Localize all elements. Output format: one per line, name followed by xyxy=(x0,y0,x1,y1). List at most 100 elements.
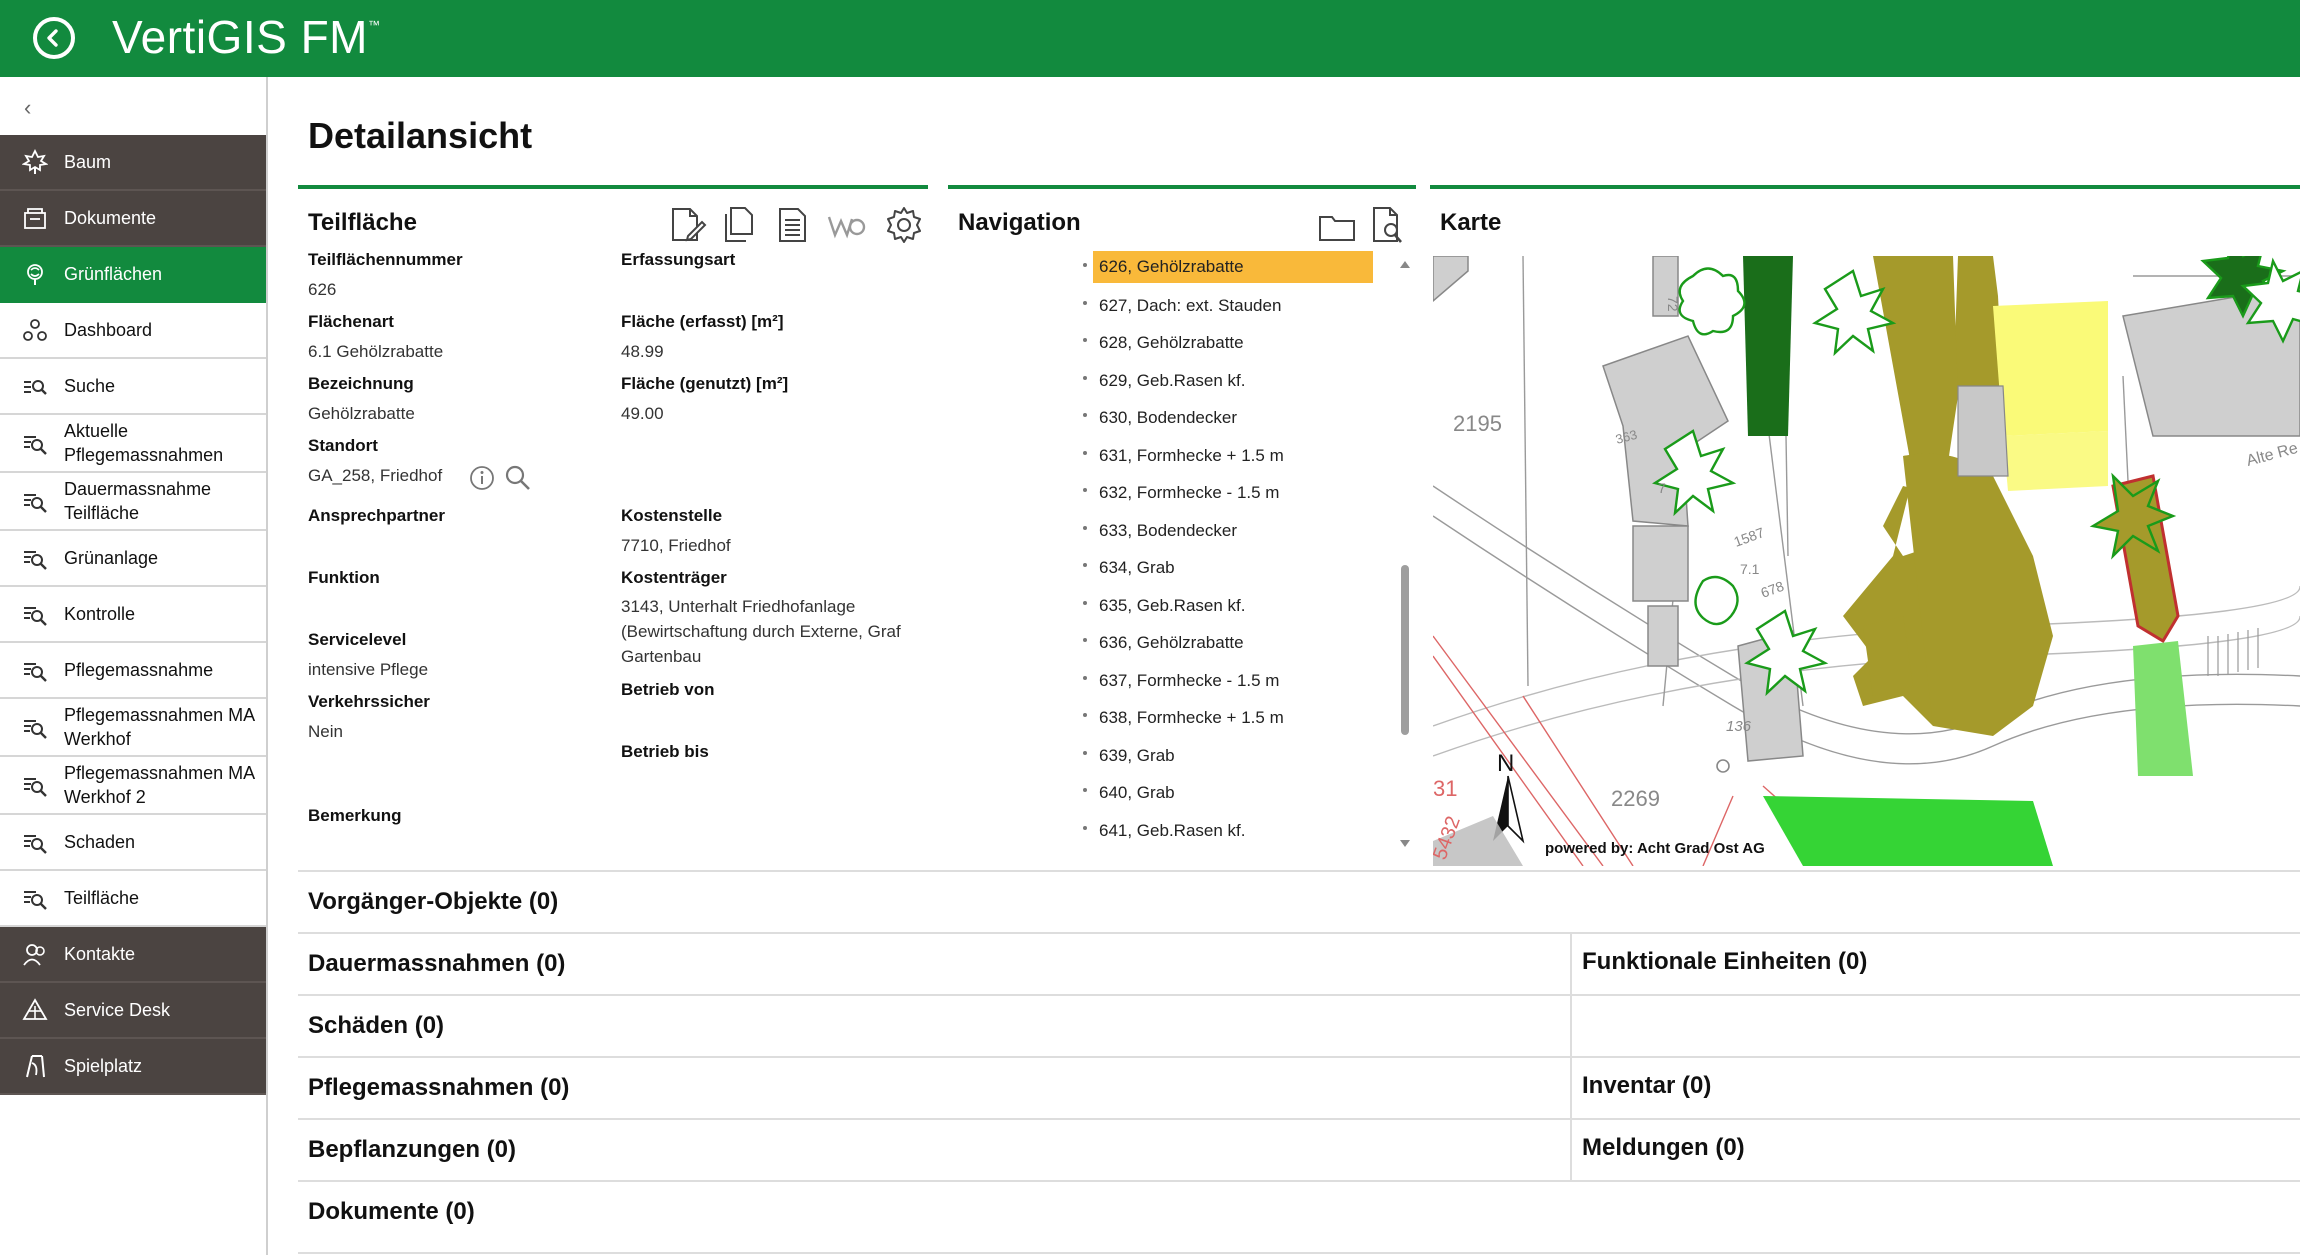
copy-icon[interactable] xyxy=(722,206,756,244)
navigation-item[interactable]: 640, Grab xyxy=(1083,775,1395,813)
page-title: Detailansicht xyxy=(308,115,533,156)
app-header: VertiGIS FM™ xyxy=(0,0,2300,77)
navigation-item-label: 635, Geb.Rasen kf. xyxy=(1099,595,1246,615)
scroll-thumb[interactable] xyxy=(1401,565,1409,735)
sidebar-item-grünanlage[interactable]: Grünanlage xyxy=(0,531,266,587)
workflow-icon[interactable] xyxy=(826,209,866,241)
contacts-icon xyxy=(22,941,48,967)
document-search-icon[interactable] xyxy=(1370,205,1406,245)
navigation-item[interactable]: 631, Formhecke + 1.5 m xyxy=(1083,438,1395,476)
settings-gear-icon[interactable] xyxy=(884,205,924,245)
sidebar-item-label: Spielplatz xyxy=(64,1056,143,1076)
navigation-item[interactable]: 629, Geb.Rasen kf. xyxy=(1083,363,1395,401)
sidebar-item-label: Suche xyxy=(64,376,116,396)
navigation-item[interactable]: 641, Geb.Rasen kf. xyxy=(1083,813,1395,851)
field-label: Fläche (genutzt) [m²] xyxy=(621,374,789,393)
navigation-item[interactable]: 638, Formhecke + 1.5 m xyxy=(1083,700,1395,738)
back-icon[interactable] xyxy=(33,17,75,59)
navigation-item-label: 636, Gehölzrabatte xyxy=(1099,633,1244,652)
navigation-item[interactable]: 634, Grab xyxy=(1083,550,1395,588)
app-brand: VertiGIS FM™ xyxy=(112,11,381,63)
navigation-item[interactable]: 635, Geb.Rasen kf. xyxy=(1083,588,1395,626)
navigation-item[interactable]: 637, Formhecke - 1.5 m xyxy=(1083,663,1395,701)
field-label: Bemerkung xyxy=(308,806,402,825)
edit-document-icon[interactable] xyxy=(668,206,708,244)
field-value: 3143, Unterhalt Friedhofanlage (Bewirtsc… xyxy=(621,597,901,666)
bullet-icon xyxy=(1083,450,1087,455)
navigation-item-label: 629, Geb.Rasen kf. xyxy=(1099,370,1246,390)
sidebar-item-label: Aktuelle Pflegemassnahmen xyxy=(64,421,224,465)
sidebar-item-label: Service Desk xyxy=(64,1000,171,1020)
navigation-item-label: 638, Formhecke + 1.5 m xyxy=(1099,708,1284,727)
sidebar-item-dashboard[interactable]: Dashboard xyxy=(0,303,266,359)
svg-text:N: N xyxy=(1497,750,1514,777)
field-label: Betrieb von xyxy=(621,680,715,699)
teilflaeche-title: Teilfläche xyxy=(308,209,417,236)
service-desk-icon xyxy=(22,997,48,1023)
bullet-icon xyxy=(1083,713,1087,717)
navigation-item[interactable]: 628, Gehölzrabatte xyxy=(1083,325,1395,363)
field-label: Verkehrssicher xyxy=(308,692,430,711)
info-icon[interactable] xyxy=(469,465,495,491)
list-search-icon xyxy=(22,829,48,855)
navigation-item[interactable]: 636, Gehölzrabatte xyxy=(1083,625,1395,663)
sidebar-item-dauermassnahme-teilfläche[interactable]: Dauermassnahme Teilfläche xyxy=(0,473,266,531)
navigation-item[interactable]: 627, Dach: ext. Stauden xyxy=(1083,288,1395,326)
sidebar-item-spielplatz[interactable]: Spielplatz xyxy=(0,1039,266,1095)
sidebar-item-label: Pflegemassnahmen MA Werkhof xyxy=(64,705,255,749)
report-icon[interactable] xyxy=(776,206,810,244)
list-search-icon xyxy=(22,488,48,514)
navigation-item-label: 627, Dach: ext. Stauden xyxy=(1099,295,1282,315)
sidebar-item-pflegemassnahmen-ma-werkhof-2[interactable]: Pflegemassnahmen MA Werkhof 2 xyxy=(0,757,266,815)
sidebar-item-label: Baum xyxy=(64,152,112,172)
bullet-icon xyxy=(1083,825,1087,830)
navigation-item-label: 640, Grab xyxy=(1099,783,1175,802)
navigation-panel-header: Navigation xyxy=(948,185,1416,247)
section-inventar[interactable]: Inventar (0) xyxy=(1572,1056,2300,1118)
sidebar-item-label: Schaden xyxy=(64,832,136,852)
field-label: Betrieb bis xyxy=(621,742,709,761)
sidebar-item-label: Kontrolle xyxy=(64,604,136,624)
section-schaeden[interactable]: Schäden (0) xyxy=(298,994,2300,1056)
map-view[interactable]: 2195 2269 31 5432 363 7 1587 7.1 678 72 … xyxy=(1433,256,2300,866)
sidebar-item-teilfläche[interactable]: Teilfläche xyxy=(0,871,266,927)
sidebar-item-kontrolle[interactable]: Kontrolle xyxy=(0,587,266,643)
sidebar-item-suche[interactable]: Suche xyxy=(0,359,266,415)
navigation-item-label: 634, Grab xyxy=(1099,558,1175,577)
navigation-item-label: 637, Formhecke - 1.5 m xyxy=(1099,670,1280,690)
section-dokumente[interactable]: Dokumente (0) xyxy=(298,1180,2300,1254)
section-funktionale-einheiten[interactable]: Funktionale Einheiten (0) xyxy=(1572,932,2300,994)
search-icon[interactable] xyxy=(504,464,532,492)
bullet-icon xyxy=(1083,338,1087,342)
map-canvas[interactable]: 2195 2269 31 5432 363 7 1587 7.1 678 72 … xyxy=(1433,256,2300,866)
section-meldungen[interactable]: Meldungen (0) xyxy=(1572,1118,2300,1180)
sidebar-item-kontakte[interactable]: Kontakte xyxy=(0,927,266,983)
navigation-item[interactable]: 630, Bodendecker xyxy=(1083,400,1395,438)
sidebar-item-dokumente[interactable]: Dokumente xyxy=(0,191,266,247)
sidebar-item-grünflächen[interactable]: Grünflächen xyxy=(0,247,266,303)
sidebar-item-schaden[interactable]: Schaden xyxy=(0,815,266,871)
sidebar-item-service-desk[interactable]: Service Desk xyxy=(0,983,266,1039)
svg-text:Alte Re: Alte Re xyxy=(2245,440,2300,470)
navigation-item-label: 626, Gehölzrabatte xyxy=(1093,251,1373,283)
folder-icon[interactable] xyxy=(1317,211,1357,243)
navigation-item[interactable]: 626, Gehölzrabatte xyxy=(1083,250,1395,288)
section-vorgaenger[interactable]: Vorgänger-Objekte (0) xyxy=(298,870,2300,932)
navigation-scrollbar[interactable] xyxy=(1398,255,1412,855)
sidebar-item-pflegemassnahme[interactable]: Pflegemassnahme xyxy=(0,643,266,699)
sidebar-item-pflegemassnahmen-ma-werkhof[interactable]: Pflegemassnahmen MA Werkhof xyxy=(0,699,266,757)
collapse-sidebar-icon[interactable]: ‹ xyxy=(24,95,31,121)
navigation-item[interactable]: 633, Bodendecker xyxy=(1083,513,1395,551)
navigation-item[interactable]: 639, Grab xyxy=(1083,738,1395,776)
svg-text:2195: 2195 xyxy=(1453,411,1502,436)
list-search-icon xyxy=(22,772,48,798)
sidebar-item-aktuelle-pflegemassnahmen[interactable]: Aktuelle Pflegemassnahmen xyxy=(0,415,266,473)
svg-text:2269: 2269 xyxy=(1611,786,1660,811)
navigation-item[interactable]: 632, Formhecke - 1.5 m xyxy=(1083,475,1395,513)
navigation-list: 626, Gehölzrabatte 627, Dach: ext. Staude… xyxy=(1083,250,1395,851)
scroll-down-icon[interactable] xyxy=(1399,839,1411,849)
field-value: Nein xyxy=(308,722,343,741)
sidebar-item-baum[interactable]: Baum xyxy=(0,135,266,191)
scroll-up-icon[interactable] xyxy=(1399,259,1411,269)
navigation-item-label: 630, Bodendecker xyxy=(1099,408,1237,427)
